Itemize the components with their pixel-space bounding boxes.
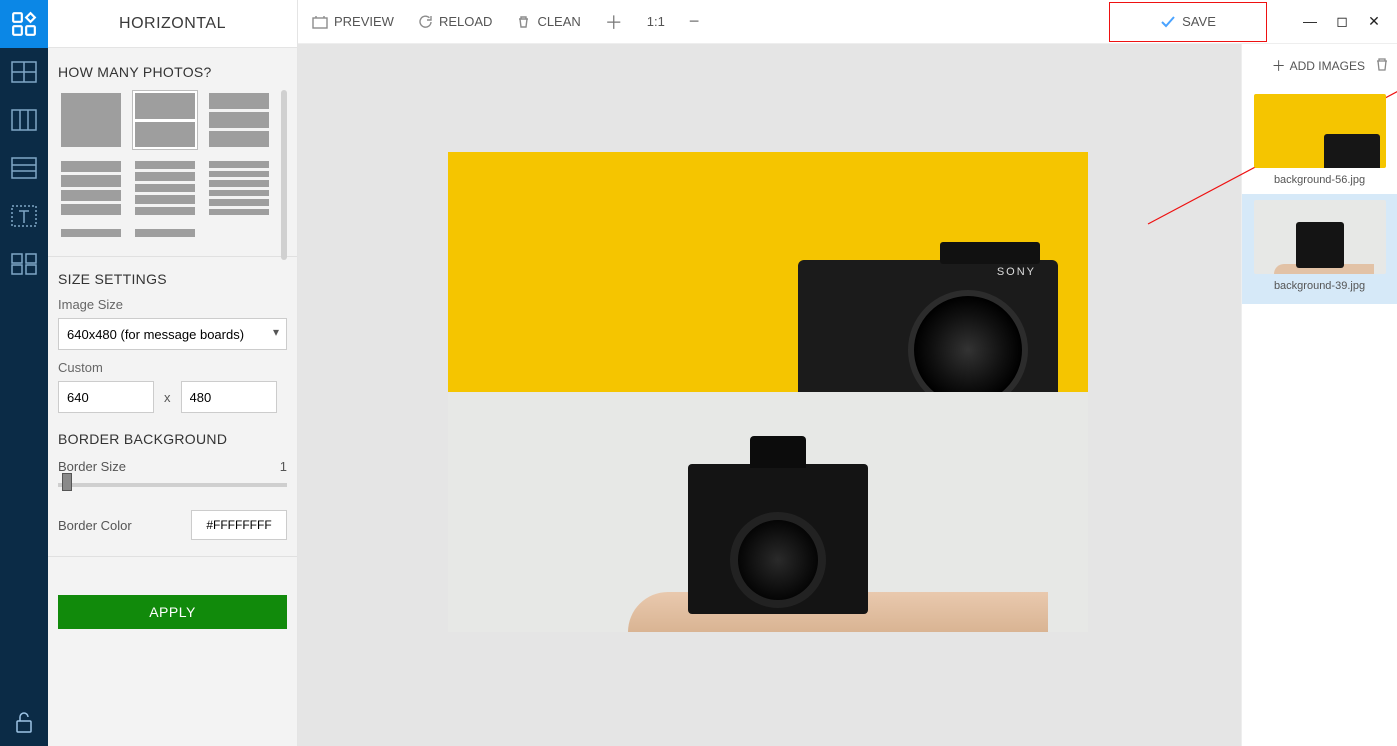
workspace: PREVIEW RELOAD CLEAN ＋ 1:1 − SAVE — ◻ ✕ <box>298 0 1397 746</box>
zoom-ratio: 1:1 <box>647 14 665 29</box>
layout-opt-4[interactable] <box>58 158 124 218</box>
clean-button[interactable]: CLEAN <box>516 14 580 29</box>
custom-label: Custom <box>58 360 287 375</box>
window-close-icon[interactable]: ✕ <box>1365 13 1383 30</box>
layout-quad-icon[interactable] <box>0 240 48 288</box>
custom-width-input[interactable] <box>58 381 154 413</box>
photos-heading: HOW MANY PHOTOS? <box>58 64 287 80</box>
app-logo-icon <box>0 0 48 48</box>
save-button[interactable]: SAVE <box>1109 2 1267 42</box>
zoom-reset-button[interactable]: 1:1 <box>647 14 665 29</box>
image-size-select[interactable]: 640x480 (for message boards) <box>58 318 287 350</box>
layout-opt-7[interactable] <box>58 226 124 240</box>
settings-panel: HORIZONTAL HOW MANY PHOTOS? SIZE SETTING… <box>48 0 298 746</box>
layout-opt-5[interactable] <box>132 158 198 218</box>
border-color-input[interactable] <box>191 510 287 540</box>
custom-height-input[interactable] <box>181 381 277 413</box>
save-label: SAVE <box>1182 14 1216 29</box>
layout-scrollbar[interactable] <box>281 90 287 260</box>
border-size-slider[interactable] <box>58 483 287 487</box>
images-panel: ＋ ADD IMAGES background-56.jpg backgroun… <box>1241 44 1397 746</box>
layout-grid-icon[interactable] <box>0 48 48 96</box>
window-minimize-icon[interactable]: — <box>1301 13 1319 30</box>
border-size-value: 1 <box>280 459 287 474</box>
preview-button[interactable]: PREVIEW <box>312 14 394 29</box>
photo-camera-icon: SONY <box>798 260 1058 392</box>
dimension-x: x <box>164 390 171 405</box>
image-size-label: Image Size <box>58 297 287 312</box>
layout-opt-1[interactable] <box>58 90 124 150</box>
zoom-out-button[interactable]: − <box>689 11 700 32</box>
collage-slot-2[interactable] <box>448 392 1088 632</box>
reload-label: RELOAD <box>439 14 492 29</box>
clean-label: CLEAN <box>537 14 580 29</box>
layout-opt-6[interactable] <box>206 158 272 218</box>
size-heading: SIZE SETTINGS <box>58 271 287 287</box>
delete-image-icon[interactable] <box>1375 57 1389 75</box>
layout-opt-3[interactable] <box>206 90 272 150</box>
add-images-label: ADD IMAGES <box>1290 59 1365 73</box>
zoom-in-button[interactable]: ＋ <box>605 9 623 35</box>
collage-preview[interactable]: SONY <box>448 152 1088 632</box>
thumbnail-1[interactable]: background-56.jpg <box>1242 88 1397 194</box>
layout-rows-icon[interactable] <box>0 144 48 192</box>
canvas-area: SONY ＋ A <box>298 44 1397 746</box>
collage-slot-1[interactable]: SONY <box>448 152 1088 392</box>
photo-camera-icon <box>688 464 868 614</box>
lock-icon[interactable] <box>0 698 48 746</box>
layout-opt-8[interactable] <box>132 226 198 240</box>
border-heading: BORDER BACKGROUND <box>58 431 287 447</box>
layout-thumbnails <box>58 90 287 240</box>
thumbnail-caption: background-56.jpg <box>1252 174 1387 186</box>
preview-label: PREVIEW <box>334 14 394 29</box>
apply-button[interactable]: APPLY <box>58 595 287 629</box>
layout-text-icon[interactable] <box>0 192 48 240</box>
layout-columns-icon[interactable] <box>0 96 48 144</box>
top-toolbar: PREVIEW RELOAD CLEAN ＋ 1:1 − SAVE — ◻ ✕ <box>298 0 1397 44</box>
window-maximize-icon[interactable]: ◻ <box>1333 13 1351 30</box>
border-color-label: Border Color <box>58 518 132 533</box>
left-icon-bar <box>0 0 48 746</box>
layout-opt-2[interactable] <box>132 90 198 150</box>
reload-button[interactable]: RELOAD <box>418 14 492 29</box>
add-images-button[interactable]: ＋ ADD IMAGES <box>1272 56 1365 76</box>
panel-title: HORIZONTAL <box>48 0 297 48</box>
thumbnail-2[interactable]: background-39.jpg <box>1242 194 1397 304</box>
thumbnail-caption: background-39.jpg <box>1252 280 1387 292</box>
